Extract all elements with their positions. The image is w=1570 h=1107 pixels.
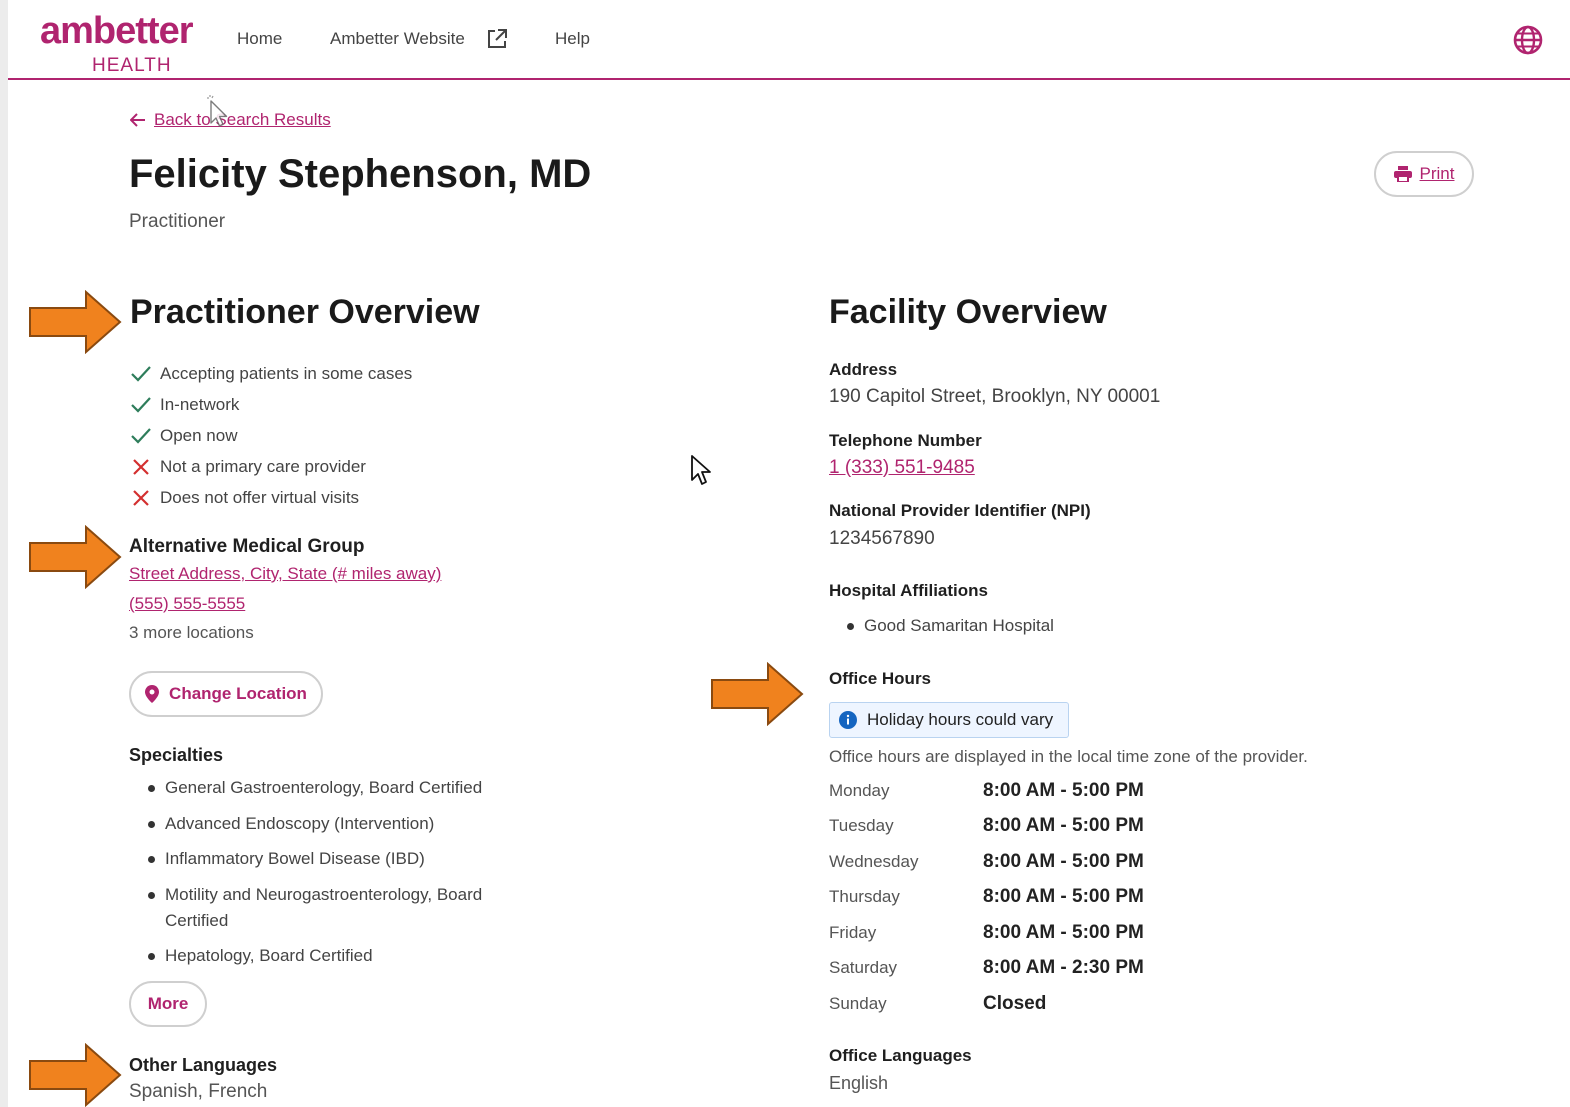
hours-day: Tuesday (829, 816, 894, 836)
hours-day: Saturday (829, 958, 898, 978)
practitioner-attributes-list: Accepting patients in some cases In-netw… (130, 358, 412, 513)
ambetter-health-logo[interactable]: ambetter HEALTH (40, 10, 200, 76)
other-languages-heading: Other Languages (129, 1055, 278, 1075)
print-label: Print (1419, 164, 1455, 183)
specialty-item: Hepatology, Board Certified (145, 943, 525, 969)
hours-row: Tuesday 8:00 AM - 5:00 PM (829, 809, 1144, 845)
hours-time: 8:00 AM - 5:00 PM (983, 779, 1144, 801)
nav-home-link[interactable]: Home (237, 28, 282, 50)
facility-overview-heading: Facility Overview (829, 293, 1107, 331)
hours-time: 8:00 AM - 5:00 PM (983, 921, 1144, 943)
office-languages-value: English (829, 1073, 889, 1093)
annotation-arrow (29, 290, 122, 354)
medical-group-phone-link[interactable]: (555) 555-5555 (129, 593, 245, 615)
office-hours-table: Monday 8:00 AM - 5:00 PM Tuesday 8:00 AM… (829, 773, 1144, 1022)
specialty-item: General Gastroenterology, Board Certifie… (145, 775, 525, 801)
check-icon (131, 427, 151, 444)
hours-time: 8:00 AM - 5:00 PM (983, 815, 1144, 837)
attribute-item: In-network (130, 389, 412, 420)
specialties-list: General Gastroenterology, Board Certifie… (145, 775, 525, 979)
hours-row: Friday 8:00 AM - 5:00 PM (829, 915, 1144, 951)
attribute-text: In-network (160, 394, 240, 414)
annotation-arrow (29, 525, 122, 589)
hours-row: Wednesday 8:00 AM - 5:00 PM (829, 844, 1144, 880)
info-icon (839, 711, 857, 729)
office-hours-note: Office hours are displayed in the local … (829, 747, 1308, 766)
hours-time: 8:00 AM - 5:00 PM (983, 886, 1144, 908)
x-icon (133, 458, 149, 475)
attribute-item: Open now (130, 420, 412, 451)
hours-time: Closed (983, 992, 1047, 1014)
hours-day: Thursday (829, 887, 900, 907)
telephone-link[interactable]: 1 (333) 551-9485 (829, 456, 975, 480)
top-navigation-bar: ambetter HEALTH Home Ambetter Website He… (8, 0, 1570, 80)
provider-type: Practitioner (129, 211, 226, 232)
practitioner-overview-heading: Practitioner Overview (130, 293, 480, 331)
x-icon (133, 489, 149, 506)
hours-row: Sunday Closed (829, 986, 1144, 1022)
more-locations-text: 3 more locations (129, 623, 254, 642)
logo-subtext: HEALTH (92, 55, 172, 76)
holiday-hours-notice: Holiday hours could vary (829, 702, 1069, 738)
hours-row: Saturday 8:00 AM - 2:30 PM (829, 951, 1144, 987)
globe-icon[interactable] (1512, 24, 1544, 56)
hours-row: Monday 8:00 AM - 5:00 PM (829, 773, 1144, 809)
specialty-item: Motility and Neurogastroenterology, Boar… (145, 882, 525, 934)
office-hours-label: Office Hours (829, 669, 932, 688)
hours-day: Wednesday (829, 851, 919, 871)
hospital-affiliations-list: Good Samaritan Hospital (845, 614, 1054, 638)
specialties-heading: Specialties (129, 745, 224, 765)
telephone-label: Telephone Number (829, 431, 982, 450)
specialty-item: Advanced Endoscopy (Intervention) (145, 811, 525, 837)
npi-label: National Provider Identifier (NPI) (829, 501, 1091, 520)
medical-group-name: Alternative Medical Group (129, 536, 365, 557)
more-specialties-button[interactable]: More (129, 981, 207, 1027)
hours-row: Thursday 8:00 AM - 5:00 PM (829, 880, 1144, 916)
nav-help-link[interactable]: Help (555, 28, 590, 50)
check-icon (131, 365, 151, 382)
hospital-item: Good Samaritan Hospital (845, 614, 1054, 638)
office-languages-label: Office Languages (829, 1046, 972, 1065)
back-to-search-results[interactable]: Back to Search Results (130, 108, 331, 132)
other-languages-value: Spanish, French (129, 1081, 268, 1102)
mouse-pointer-icon (691, 455, 711, 485)
hours-time: 8:00 AM - 2:30 PM (983, 957, 1144, 979)
address-value: 190 Capitol Street, Brooklyn, NY 00001 (829, 386, 1161, 407)
attribute-text: Open now (160, 425, 238, 445)
map-pin-icon (145, 685, 160, 703)
hours-time: 8:00 AM - 5:00 PM (983, 850, 1144, 872)
nav-ambetter-website-link[interactable]: Ambetter Website (330, 28, 465, 50)
attribute-text: Does not offer virtual visits (160, 487, 360, 507)
npi-value: 1234567890 (829, 528, 935, 549)
specialty-item: Inflammatory Bowel Disease (IBD) (145, 846, 525, 872)
medical-group-address-link[interactable]: Street Address, City, State (# miles awa… (129, 563, 441, 585)
print-button[interactable]: Print (1374, 151, 1474, 197)
attribute-item: Accepting patients in some cases (130, 358, 412, 389)
attribute-text: Accepting patients in some cases (160, 363, 413, 383)
printer-icon (1393, 166, 1412, 182)
change-location-label: Change Location (169, 684, 307, 703)
arrow-left-icon (130, 113, 145, 127)
change-location-button[interactable]: Change Location (129, 671, 323, 717)
attribute-item: Does not offer virtual visits (130, 482, 412, 513)
hours-day: Sunday (829, 993, 887, 1013)
attribute-text: Not a primary care provider (160, 456, 366, 476)
annotation-arrow (711, 662, 804, 726)
check-icon (131, 396, 151, 413)
annotation-arrow (29, 1043, 122, 1107)
window-edge (0, 0, 8, 1107)
back-link-text[interactable]: Back to Search Results (154, 108, 331, 132)
hospital-affiliations-label: Hospital Affiliations (829, 581, 988, 600)
loading-pointer-icon (207, 95, 228, 127)
holiday-notice-text: Holiday hours could vary (867, 710, 1054, 729)
address-label: Address (829, 360, 898, 379)
page-title: Felicity Stephenson, MD (129, 152, 592, 196)
external-link-icon[interactable] (486, 28, 508, 50)
hours-day: Friday (829, 922, 877, 942)
logo-wordmark: ambetter (40, 10, 193, 52)
hours-day: Monday (829, 780, 890, 800)
attribute-item: Not a primary care provider (130, 451, 412, 482)
